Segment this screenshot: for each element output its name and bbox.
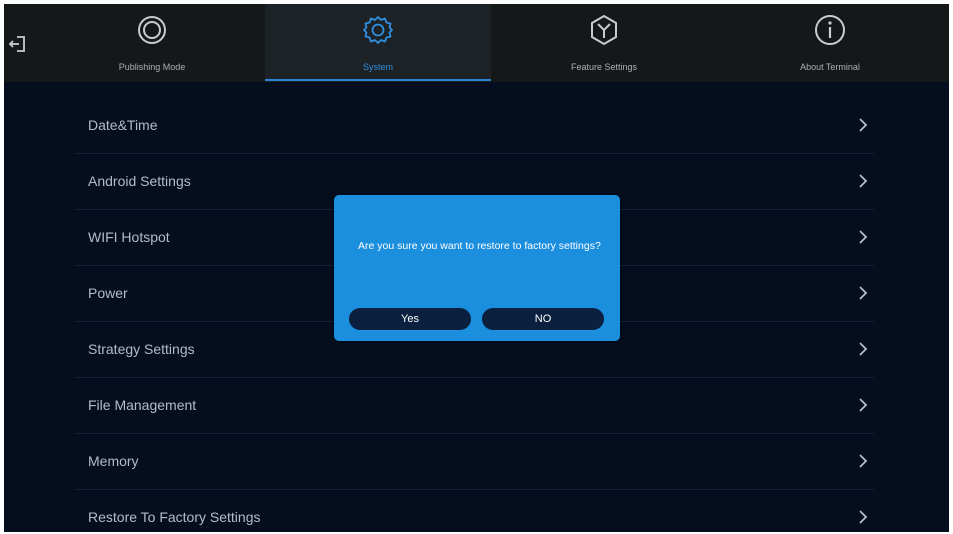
dialog-message: Are you sure you want to restore to fact… (358, 240, 601, 252)
chevron-right-icon (859, 174, 868, 188)
tab-publishing-mode[interactable]: Publishing Mode (39, 4, 265, 82)
chevron-right-icon (859, 230, 868, 244)
menu-item-label: WIFI Hotspot (88, 229, 170, 245)
tab-feature-settings[interactable]: Feature Settings (491, 4, 717, 82)
settings-screen: Publishing Mode System Feature Settings … (4, 4, 949, 532)
menu-item-file-management[interactable]: File Management (74, 378, 874, 434)
confirm-restore-dialog: Are you sure you want to restore to fact… (334, 195, 620, 341)
gear-icon (363, 16, 393, 44)
tab-about-terminal[interactable]: About Terminal (717, 4, 943, 82)
menu-item-label: Strategy Settings (88, 341, 195, 357)
exit-icon[interactable] (8, 34, 28, 54)
yes-button[interactable]: Yes (349, 308, 471, 330)
tab-label: System (362, 62, 393, 72)
tab-label: Publishing Mode (118, 62, 186, 72)
info-icon (815, 15, 845, 45)
menu-item-label: Android Settings (88, 173, 191, 189)
feature-settings-icon (591, 14, 617, 46)
menu-item-label: File Management (88, 397, 197, 413)
top-navigation-bar: Publishing Mode System Feature Settings … (4, 4, 949, 82)
chevron-right-icon (859, 286, 868, 300)
menu-item-label: Restore To Factory Settings (88, 509, 261, 525)
menu-item-label: Power (88, 285, 128, 301)
menu-item-date-time[interactable]: Date&Time (74, 98, 874, 154)
menu-item-label: Date&Time (88, 117, 158, 133)
chevron-right-icon (859, 454, 868, 468)
tab-label: Feature Settings (570, 62, 638, 72)
menu-item-label: Memory (88, 453, 139, 469)
tab-system[interactable]: System (265, 4, 491, 82)
menu-item-memory[interactable]: Memory (74, 434, 874, 490)
no-button[interactable]: NO (482, 308, 604, 330)
chevron-right-icon (859, 510, 868, 524)
active-tab-indicator (265, 79, 491, 81)
chevron-right-icon (859, 398, 868, 412)
menu-item-restore-factory-settings[interactable]: Restore To Factory Settings (74, 490, 874, 532)
chevron-right-icon (859, 342, 868, 356)
chevron-right-icon (859, 118, 868, 132)
publishing-mode-icon (138, 16, 166, 44)
tab-label: About Terminal (800, 62, 860, 72)
